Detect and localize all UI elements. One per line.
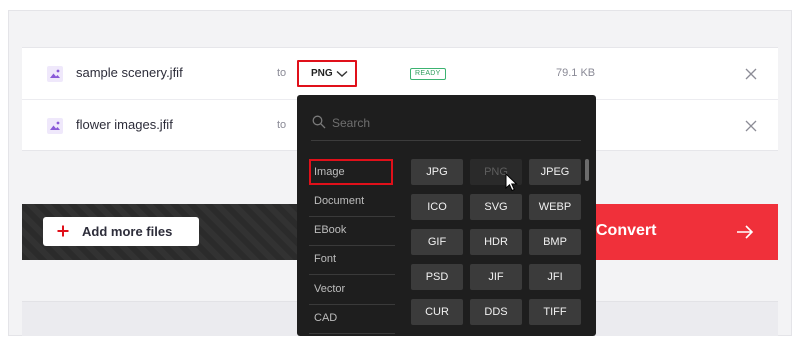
category-label: Vector — [314, 283, 346, 295]
format-option-label: CUR — [425, 306, 449, 318]
format-option-label: HDR — [484, 236, 508, 248]
chevron-down-icon — [336, 70, 348, 77]
category-label: Document — [314, 195, 365, 207]
format-option-svg[interactable]: SVG — [470, 194, 522, 220]
format-option-label: TIFF — [543, 306, 567, 318]
add-more-files-label: Add more files — [82, 224, 173, 239]
format-option-label: GIF — [427, 236, 447, 248]
close-icon[interactable] — [744, 119, 758, 133]
file-name: sample scenery.jfif — [76, 65, 183, 80]
status-badge: READY — [410, 68, 446, 80]
convert-label: Convert — [596, 222, 657, 239]
category-font[interactable]: Font — [309, 246, 395, 275]
convert-button[interactable]: Convert — [596, 204, 778, 260]
format-option-label: DDS — [484, 306, 508, 318]
category-label: CAD — [314, 312, 338, 324]
close-icon[interactable] — [744, 67, 758, 81]
format-option-bmp[interactable]: BMP — [529, 229, 581, 255]
file-name: flower images.jfif — [76, 117, 173, 132]
format-option-label: JPG — [426, 166, 448, 178]
format-select-value: PNG — [311, 68, 333, 79]
plus-icon — [57, 225, 69, 237]
format-option-dds[interactable]: DDS — [470, 299, 522, 325]
category-label: Font — [314, 253, 337, 265]
format-option-tiff[interactable]: TIFF — [529, 299, 581, 325]
format-option-cur[interactable]: CUR — [411, 299, 463, 325]
format-option-label: JPEG — [540, 166, 570, 178]
category-label: Image — [314, 166, 345, 178]
image-file-icon — [46, 117, 64, 135]
format-option-jif[interactable]: JIF — [470, 264, 522, 290]
search-input[interactable]: Search — [311, 113, 581, 141]
format-select[interactable]: PNG — [297, 60, 357, 87]
category-label: EBook — [314, 224, 347, 236]
mouse-cursor-icon — [505, 173, 518, 192]
to-label: to — [277, 119, 287, 131]
format-option-gif[interactable]: GIF — [411, 229, 463, 255]
format-option-psd[interactable]: PSD — [411, 264, 463, 290]
to-label: to — [277, 67, 287, 79]
format-option-jpeg[interactable]: JPEG — [529, 159, 581, 185]
format-option-label: JIF — [488, 271, 504, 283]
format-option-hdr[interactable]: HDR — [470, 229, 522, 255]
format-option-label: BMP — [543, 236, 567, 248]
dropdown-scrollbar[interactable] — [585, 159, 589, 181]
arrow-right-icon — [737, 225, 754, 239]
search-icon — [312, 115, 326, 129]
format-option-label: ICO — [427, 201, 447, 213]
category-document[interactable]: Document — [309, 188, 395, 217]
image-file-icon — [46, 65, 64, 83]
file-row: sample scenery.jfif to PNG READY 79.1 KB — [22, 48, 778, 100]
format-option-label: SVG — [484, 201, 508, 213]
format-dropdown: Search Image Document EBook Font Vector … — [297, 95, 596, 336]
format-option-label: WEBP — [538, 201, 572, 213]
format-option-jfi[interactable]: JFI — [529, 264, 581, 290]
category-image[interactable]: Image — [309, 159, 393, 185]
category-vector[interactable]: Vector — [309, 276, 395, 305]
format-option-label: PSD — [425, 271, 449, 283]
category-ebook[interactable]: EBook — [309, 217, 395, 246]
format-option-label: JFI — [547, 271, 563, 283]
format-option-ico[interactable]: ICO — [411, 194, 463, 220]
file-size: 79.1 KB — [556, 67, 596, 79]
category-cad[interactable]: CAD — [309, 305, 395, 334]
format-option-webp[interactable]: WEBP — [529, 194, 581, 220]
format-option-jpg[interactable]: JPG — [411, 159, 463, 185]
search-placeholder: Search — [332, 116, 371, 130]
add-more-files-button[interactable]: Add more files — [43, 217, 199, 246]
